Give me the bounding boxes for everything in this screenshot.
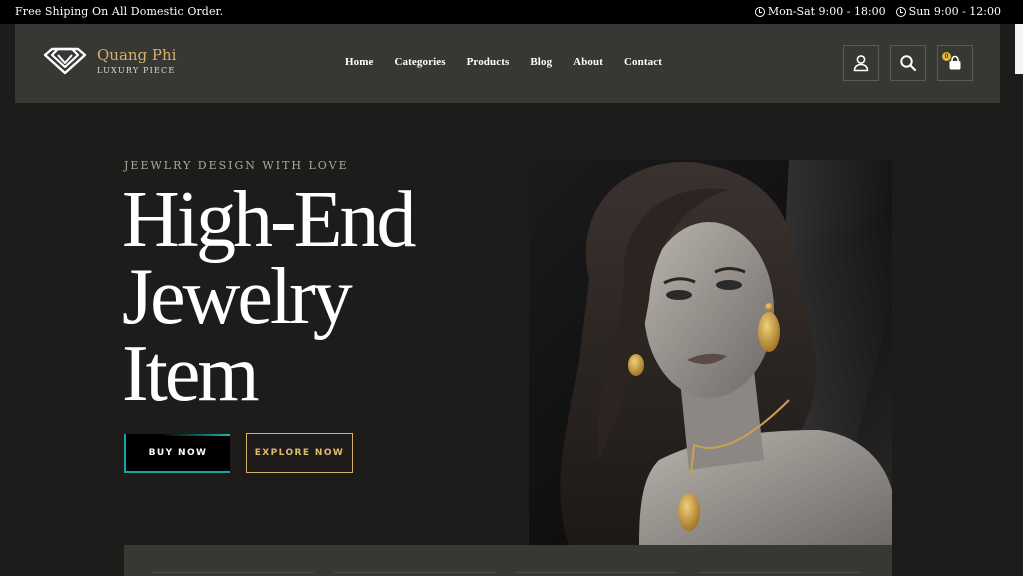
explore-now-label: EXPLORE NOW [254,448,345,458]
cart-count-badge: 0 [942,52,951,61]
search-icon [900,55,917,72]
nav-blog[interactable]: Blog [530,56,552,68]
feature-divider [152,572,314,573]
explore-now-button[interactable]: EXPLORE NOW [246,433,353,473]
top-info-bar: Free Shiping On All Domestic Order. Mon-… [0,0,1023,24]
feature-divider [334,572,496,573]
nav-home[interactable]: Home [345,56,374,68]
main-nav: Home Categories Products Blog About Cont… [345,56,683,68]
clock-icon [754,6,765,17]
feature-divider [516,572,678,573]
brand-tagline: LUXURY PIECE [97,66,176,75]
buy-now-button[interactable]: BUY NOW [124,434,230,473]
feature-divider [698,572,860,573]
main-header: Quang Phi LUXURY PIECE Home Categories P… [15,24,1000,103]
cart-button[interactable]: 0 [937,45,973,81]
headline-line-2: Jewelry [122,253,353,341]
headline-line-3: Item [122,330,260,418]
scrollbar-thumb[interactable] [1015,24,1023,74]
search-button[interactable] [890,45,926,81]
sunday-hours-text: Sun 9:00 - 12:00 [908,5,1001,18]
brand-name: Quang Phi [97,46,177,64]
buy-now-label: BUY NOW [148,447,208,458]
sunday-hours: Sun 9:00 - 12:00 [895,5,1001,18]
nav-categories[interactable]: Categories [395,56,446,68]
shipping-notice: Free Shiping On All Domestic Order. [15,5,224,18]
diamond-logo-icon [43,47,87,75]
weekday-hours-text: Mon-Sat 9:00 - 18:00 [767,5,886,18]
nav-products[interactable]: Products [467,56,510,68]
user-icon [853,55,869,72]
account-button[interactable] [843,45,879,81]
weekday-hours: Mon-Sat 9:00 - 18:00 [754,5,886,18]
opening-hours: Mon-Sat 9:00 - 18:00 Sun 9:00 - 12:00 [754,5,1001,18]
feature-strip [124,545,892,576]
headline-line-1: High-End [122,176,417,264]
hero-headline: High-End Jewelry Item [122,176,417,418]
nav-about[interactable]: About [573,56,603,68]
page-scrollbar[interactable] [1015,24,1023,576]
model-portrait-illustration [560,160,892,545]
nav-contact[interactable]: Contact [624,56,662,68]
site-logo[interactable]: Quang Phi LUXURY PIECE [43,47,176,75]
hero-eyebrow: JEEWLRY DESIGN WITH LOVE [124,159,349,172]
hero-model-image [529,160,892,545]
clock-icon [895,6,906,17]
